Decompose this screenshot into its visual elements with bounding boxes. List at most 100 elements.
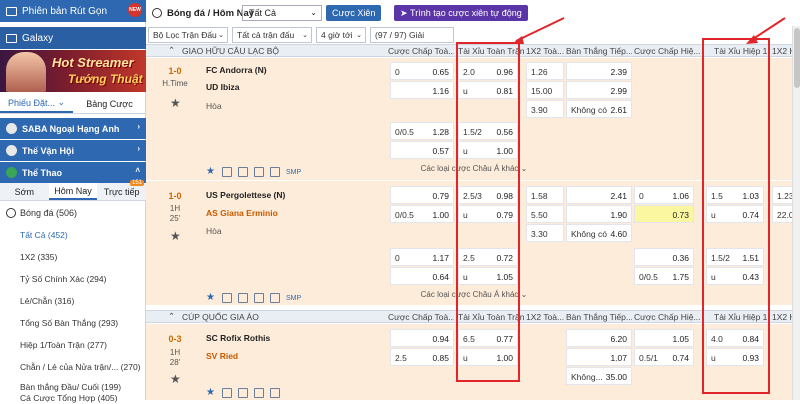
sidebar-bet-1x2[interactable]: 1X2 (335) <box>0 246 146 268</box>
compact-version-button[interactable]: Phiên bản Rút Gọn NEW <box>0 0 146 22</box>
odds-cell[interactable]: 2.41 <box>566 186 632 204</box>
sidebar-bet-total-goals[interactable]: Tổng Số Bàn Thắng (293) <box>0 312 146 334</box>
chart-icon[interactable] <box>254 388 264 398</box>
odds-cell[interactable]: 0.94 <box>390 329 454 347</box>
odds-cell[interactable]: 0.79 <box>390 186 454 204</box>
odds-cell[interactable]: 0.64 <box>390 267 454 285</box>
odds-cell[interactable]: 15.00 <box>526 81 564 99</box>
odds-cell[interactable]: u 1.05 <box>458 267 518 285</box>
odds-cell[interactable]: 2.5 0.72 <box>458 248 518 266</box>
sidebar-section-saba[interactable]: SABA Ngoại Hạng Anh › <box>0 118 146 139</box>
odds-cell[interactable]: u 0.79 <box>458 205 518 223</box>
market-select[interactable]: Tất Cả ⌄ <box>242 5 322 21</box>
odds-cell[interactable]: 2.39 <box>566 62 632 80</box>
sidebar-bet-half-odd-even[interactable]: Chẵn / Lẻ của Nửa trận/... (270) <box>0 356 146 378</box>
chart-icon[interactable] <box>254 293 264 303</box>
odds-cell[interactable]: 0 0.65 <box>390 62 454 80</box>
collapse-icon[interactable]: ⌃ <box>168 310 175 323</box>
odds-cell[interactable]: 0/0.5 1.00 <box>390 205 454 223</box>
smp-link[interactable]: SMP <box>286 169 301 176</box>
tv-icon[interactable] <box>222 293 232 303</box>
odds-cell[interactable]: 0 1.17 <box>390 248 454 266</box>
odds-cell[interactable]: Không... 35.00 <box>566 367 632 385</box>
favorite-star-icon[interactable]: ★ <box>170 96 181 110</box>
odds-cell[interactable]: u 0.93 <box>706 348 764 366</box>
scrollbar[interactable] <box>792 26 800 400</box>
sidebar-bet-mix-parlay[interactable]: Cá Cược Tổng Hợp (405) <box>0 392 146 404</box>
odds-cell[interactable]: 3.90 <box>526 100 564 118</box>
odds-cell[interactable]: 1.58 <box>526 186 564 204</box>
tab-today[interactable]: Hôm Nay <box>48 183 98 200</box>
odds-cell[interactable]: Không có 2.61 <box>566 100 632 118</box>
auto-parlay-builder-button[interactable]: ➤ Trình tạo cược xiên tự động <box>394 5 528 21</box>
odds-cell[interactable]: 0 1.06 <box>634 186 694 204</box>
galaxy-button[interactable]: Galaxy <box>0 27 146 49</box>
odds-cell[interactable]: 0.36 <box>634 248 694 266</box>
sidebar-bet-correct-score[interactable]: Tỷ Số Chính Xác (294) <box>0 268 146 290</box>
favorite-star-icon[interactable]: ★ <box>170 372 181 386</box>
tab-betslip[interactable]: Phiếu Đặt... ⌄ <box>0 94 73 113</box>
odds-cell[interactable]: 0.5/1 0.74 <box>634 348 694 366</box>
smp-link[interactable]: SMP <box>286 295 301 302</box>
tab-bet-list[interactable]: Bảng Cược <box>73 94 146 113</box>
odds-cell[interactable]: 2.99 <box>566 81 632 99</box>
promo-banner[interactable]: Hot Streamer Tướng Thuật <box>0 50 146 92</box>
tv-icon[interactable] <box>222 167 232 177</box>
odds-cell-highlighted[interactable]: 0.73 <box>634 205 694 223</box>
odds-cell[interactable]: 1.16 <box>390 81 454 99</box>
more-asian-bets-link[interactable]: Các loại cược Châu Á khác ⌄ <box>374 290 574 299</box>
odds-cell[interactable]: 2.5 0.85 <box>390 348 454 366</box>
stats-icon[interactable] <box>238 293 248 303</box>
odds-cell[interactable]: u 0.43 <box>706 267 764 285</box>
info-icon[interactable] <box>270 167 280 177</box>
star-icon[interactable]: ★ <box>206 388 216 398</box>
parlay-button[interactable]: Cược Xiên <box>326 5 382 21</box>
odds-cell[interactable]: 1.05 <box>634 329 694 347</box>
collapse-icon[interactable]: ⌃ <box>168 44 175 57</box>
odds-cell[interactable]: 3.30 <box>526 224 564 242</box>
sidebar-section-sports[interactable]: Thể Thao ˄ <box>0 162 146 183</box>
favorite-star-icon[interactable]: ★ <box>170 229 181 243</box>
star-icon[interactable]: ★ <box>206 167 216 177</box>
odds-cell[interactable]: 1.5/2 0.56 <box>458 122 518 140</box>
odds-cell[interactable]: 4.0 0.84 <box>706 329 764 347</box>
info-icon[interactable] <box>270 293 280 303</box>
odds-cell[interactable]: 1.26 <box>526 62 564 80</box>
odds-cell[interactable]: 6.20 <box>566 329 632 347</box>
scrollbar-thumb[interactable] <box>794 28 800 88</box>
odds-cell[interactable]: 2.0 0.96 <box>458 62 518 80</box>
odds-cell[interactable]: 1.5 1.03 <box>706 186 764 204</box>
odds-cell[interactable]: u 1.00 <box>458 348 518 366</box>
league-count-select[interactable]: (97 / 97) Giải <box>370 27 454 43</box>
odds-cell[interactable]: 0/0.5 1.28 <box>390 122 454 140</box>
sidebar-section-olympics[interactable]: Thế Vận Hội › <box>0 140 146 161</box>
match-filter-select[interactable]: Bộ Lọc Trận Đấu ⌄ <box>148 27 228 43</box>
odds-cell[interactable]: 0/0.5 1.75 <box>634 267 694 285</box>
more-asian-bets-link[interactable]: Các loại cược Châu Á khác ⌄ <box>374 164 574 173</box>
odds-cell[interactable]: 1.90 <box>566 205 632 223</box>
odds-cell[interactable]: 6.5 0.77 <box>458 329 518 347</box>
all-matches-select[interactable]: Tất cả trận đấu ⌄ <box>232 27 312 43</box>
odds-cell[interactable]: u 0.81 <box>458 81 518 99</box>
tv-icon[interactable] <box>222 388 232 398</box>
odds-cell[interactable]: 5.50 <box>526 205 564 223</box>
odds-cell[interactable]: u 1.00 <box>458 141 518 159</box>
odds-cell[interactable]: 2.5/3 0.98 <box>458 186 518 204</box>
star-icon[interactable]: ★ <box>206 293 216 303</box>
odds-cell[interactable]: 1.5/2 1.51 <box>706 248 764 266</box>
stats-icon[interactable] <box>238 388 248 398</box>
odds-cell[interactable]: Không có 4.60 <box>566 224 632 242</box>
tab-live[interactable]: Trực tiếp 151 <box>97 180 146 200</box>
tab-early[interactable]: Sớm <box>0 183 49 200</box>
chart-icon[interactable] <box>254 167 264 177</box>
sidebar-sport-football[interactable]: Bóng đá (506) <box>0 202 146 224</box>
sidebar-bet-ht-ft[interactable]: Hiệp 1/Toàn Trận (277) <box>0 334 146 356</box>
sidebar-bet-all[interactable]: Tất Cả (452) <box>0 224 146 246</box>
odds-cell[interactable]: 0.57 <box>390 141 454 159</box>
info-icon[interactable] <box>270 388 280 398</box>
time-range-select[interactable]: 4 giờ tới ⌄ <box>316 27 366 43</box>
odds-cell[interactable]: 1.07 <box>566 348 632 366</box>
sidebar-bet-odd-even[interactable]: Lẻ/Chẵn (316) <box>0 290 146 312</box>
stats-icon[interactable] <box>238 167 248 177</box>
odds-cell[interactable]: u 0.74 <box>706 205 764 223</box>
